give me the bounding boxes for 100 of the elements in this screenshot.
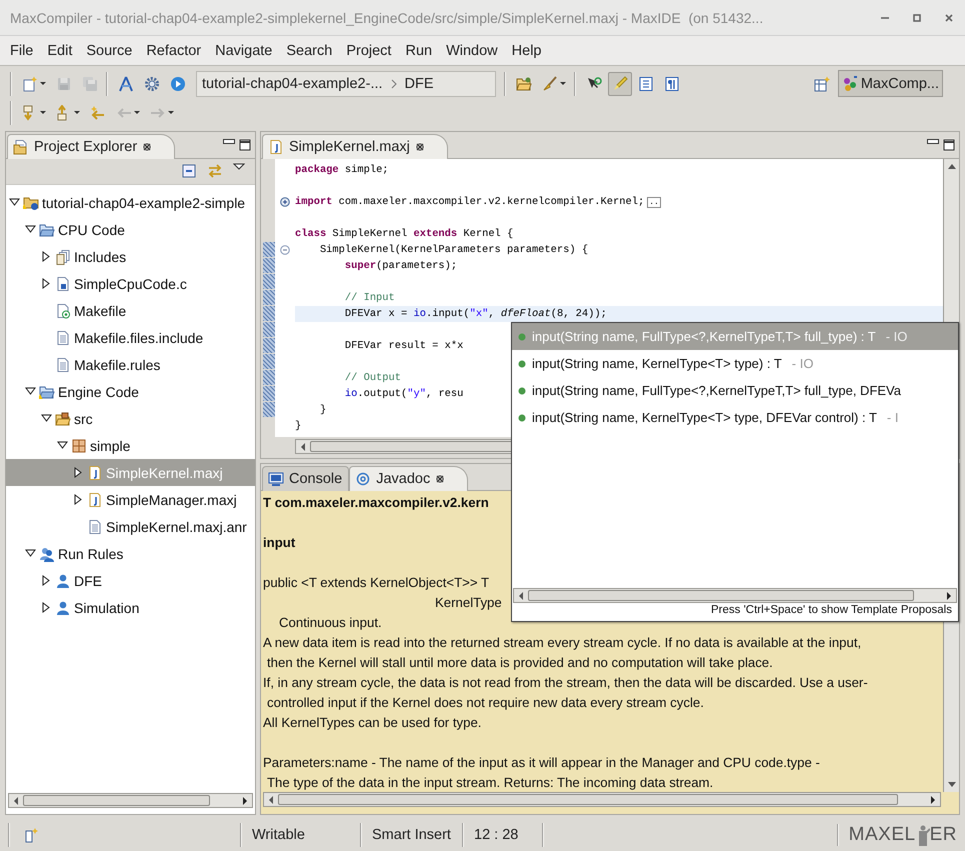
minimize-icon	[927, 139, 939, 144]
panel-tab[interactable]: Javadoc	[349, 466, 468, 491]
panel-tab[interactable]: Project Explorer	[7, 134, 176, 159]
menu-item[interactable]: Refactor	[139, 42, 208, 58]
new-file-icon	[22, 76, 38, 92]
scrollbar-thumb[interactable]	[278, 794, 898, 805]
arrow-left-icon	[267, 794, 275, 804]
console-icon	[268, 471, 284, 487]
close-icon	[142, 142, 152, 152]
folded-code-marker[interactable]: ..	[647, 197, 661, 208]
maximize-button[interactable]	[943, 139, 955, 151]
horizontal-scrollbar[interactable]	[8, 793, 253, 808]
close-tab-button[interactable]	[435, 474, 446, 484]
code-line: }	[295, 420, 302, 432]
doc-line: Parameters:name - The name of the input as it will appear in the Manager and CPU code.type -	[263, 754, 820, 772]
code-line: SimpleKernel(KernelParameters parameters) {	[318, 244, 588, 256]
tree-item[interactable]: SimpleManager.maxj	[6, 486, 255, 513]
code-line: import com.maxeler.maxcompiler.v2.kernelcompiler.Kernel; ..	[295, 196, 661, 208]
save-all-icon	[82, 76, 98, 92]
highlighter-icon	[612, 76, 628, 92]
autocomplete-menu[interactable]	[511, 322, 959, 622]
person-icon	[55, 572, 71, 588]
code-line: super(parameters);	[344, 260, 458, 272]
open-folder-icon	[39, 384, 55, 400]
menu-item[interactable]: Navigate	[208, 42, 280, 58]
text-file-icon	[55, 356, 71, 372]
tree-item[interactable]: Makefile.rules	[6, 351, 255, 378]
menu-item[interactable]: Source	[79, 42, 140, 58]
caret-icon	[40, 111, 46, 114]
tree-item[interactable]: src	[6, 405, 255, 432]
status-text: Smart Insert	[371, 826, 452, 844]
maximize-icon	[911, 12, 923, 24]
scrollbar-thumb[interactable]	[528, 590, 914, 601]
fold-minus-icon[interactable]	[280, 245, 290, 255]
text-file-icon	[87, 518, 103, 534]
tree-item[interactable]: DFE	[6, 567, 255, 594]
perspective-button[interactable]: MaxComp...	[838, 70, 943, 97]
code-line: class SimpleKernel extends Kernel {	[295, 228, 514, 240]
fold-plus-icon[interactable]	[280, 197, 290, 207]
method-dot-icon	[518, 386, 526, 394]
tree-item[interactable]: Makefile	[6, 297, 255, 324]
menu-item[interactable]: File	[3, 42, 40, 58]
tree-item[interactable]: Run Rules	[6, 540, 255, 567]
tree-item[interactable]: tutorial-chap04-example2-simple	[6, 189, 255, 216]
menu-item[interactable]: Help	[504, 42, 548, 58]
paragraph-icon	[664, 76, 680, 92]
close-icon	[414, 142, 425, 152]
completion-item[interactable]: input(String name, FullType<?,KernelTypeT,T> full_type, DFEVa	[512, 377, 958, 404]
tree-item[interactable]: SimpleCpuCode.c	[6, 270, 255, 297]
close-tab-button[interactable]	[142, 142, 152, 152]
tree-item[interactable]: SimpleKernel.maxj.anr	[6, 513, 255, 540]
doc-line: A new data item is read into the returned stream every stream cycle. If no data is available at the input,	[263, 634, 862, 652]
triangle-down-icon	[233, 163, 245, 171]
panel-tab[interactable]: Console	[262, 466, 350, 491]
compass-icon	[118, 76, 134, 92]
maximize-button[interactable]	[239, 139, 251, 151]
molecule-icon	[842, 76, 858, 92]
menu-item[interactable]: Search	[279, 42, 340, 58]
person-icon	[55, 600, 71, 616]
status-text: Writable	[251, 826, 306, 844]
panel-tab[interactable]: SimpleKernel.maxj	[262, 134, 448, 159]
close-icon	[943, 12, 955, 24]
close-tab-button[interactable]	[414, 142, 425, 152]
tree-item[interactable]: Includes	[6, 243, 255, 270]
java-file-icon	[268, 139, 284, 155]
people-icon	[39, 546, 55, 562]
tree-item[interactable]: Engine Code	[6, 378, 255, 405]
arrow-up-icon	[946, 162, 956, 170]
code-line: // Input	[344, 292, 395, 304]
menu-item[interactable]: Window	[439, 42, 505, 58]
scrollbar-thumb[interactable]	[23, 795, 210, 806]
tree-item[interactable]: Makefile.files.include	[6, 324, 255, 351]
doc-line: If, in any stream cycle, the data is not read from the stream, then the data will be discarded. Use a user-	[263, 674, 868, 692]
doc-line: Continuous input.	[278, 614, 382, 632]
tree-item[interactable]: simple	[6, 432, 255, 459]
menu-item[interactable]: Edit	[40, 42, 80, 58]
breadcrumb-bar[interactable]: tutorial-chap04-example2-... DFE	[196, 70, 496, 96]
completion-item[interactable]: input(String name, KernelType<T> type) : T - IO	[512, 350, 958, 377]
tree-item[interactable]: Simulation	[6, 594, 255, 621]
company-logo: MAXEL ER	[836, 824, 957, 846]
breadcrumb-item[interactable]: DFE	[404, 76, 434, 92]
hint-text: Press 'Ctrl+Space' to show Template Proposals	[710, 603, 953, 618]
arrow-left-icon	[299, 442, 307, 452]
completion-item[interactable]: input(String name, KernelType<T> type, DFEVar control) : T - I	[512, 404, 958, 431]
arrow-left-icon	[90, 104, 106, 120]
window-plus-icon	[814, 76, 830, 92]
code-line: io.output("y", resu	[344, 388, 464, 400]
open-folder-icon	[39, 222, 55, 238]
breadcrumb-item[interactable]: tutorial-chap04-example2-...	[202, 76, 383, 92]
tree-item[interactable]: CPU Code	[6, 216, 255, 243]
play-icon	[170, 76, 186, 92]
project-folder-icon	[23, 194, 39, 210]
menu-item[interactable]: Run	[398, 42, 440, 58]
horizontal-scrollbar[interactable]	[263, 792, 941, 807]
doc-heading: T com.maxeler.maxcompiler.v2.kern	[263, 494, 489, 512]
menu-item[interactable]: Project	[339, 42, 398, 58]
method-dot-icon	[518, 414, 526, 422]
doc-line: controlled input if the Kernel does not require new data every stream cycle.	[266, 694, 704, 712]
doc-heading: input	[263, 534, 296, 552]
horizontal-scrollbar[interactable]	[513, 588, 957, 603]
